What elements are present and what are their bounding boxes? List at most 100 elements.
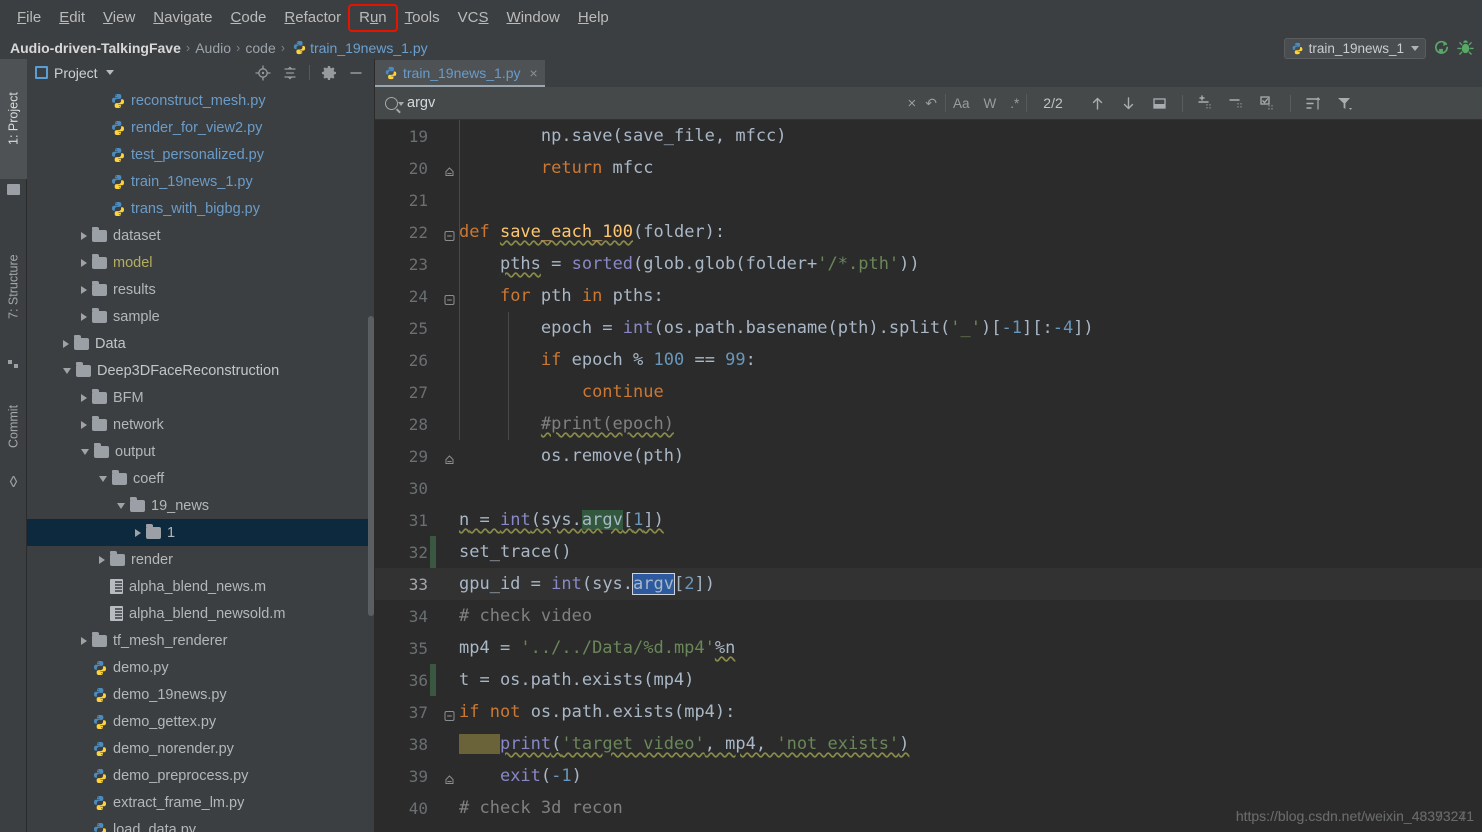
menu-tools[interactable]: Tools (396, 6, 449, 30)
tree-item[interactable]: results (27, 276, 374, 303)
fold-start-icon[interactable] (444, 227, 455, 241)
menu-file[interactable]: File (8, 6, 50, 30)
chevron-right-icon[interactable] (81, 636, 87, 645)
breadcrumb-root[interactable]: Audio-driven-TalkingFave (10, 40, 181, 56)
code-line[interactable]: 26 if epoch % 100 == 99: (375, 344, 1482, 376)
sort-icon[interactable] (1305, 95, 1322, 112)
run-icon[interactable] (1433, 39, 1450, 59)
chevron-right-icon[interactable] (81, 258, 87, 267)
chevron-right-icon[interactable] (135, 528, 141, 537)
tree-item[interactable]: render (27, 546, 374, 573)
menu-vcs[interactable]: VCS (449, 6, 498, 30)
tree-item[interactable]: load_data.py (27, 816, 374, 832)
code-line[interactable]: 36 t = os.path.exists(mp4) (375, 664, 1482, 696)
tree-item[interactable]: render_for_view2.py (27, 114, 374, 141)
tree-item[interactable]: dataset (27, 222, 374, 249)
tree-item[interactable]: output (27, 438, 374, 465)
chevron-down-icon[interactable] (105, 70, 114, 75)
code-line[interactable]: 34 # check video (375, 600, 1482, 632)
tree-item[interactable]: test_personalized.py (27, 141, 374, 168)
chevron-right-icon[interactable] (81, 312, 87, 321)
tree-item[interactable]: demo.py (27, 654, 374, 681)
tree-item[interactable]: demo_19news.py (27, 681, 374, 708)
tree-item[interactable]: train_19news_1.py (27, 168, 374, 195)
menu-edit[interactable]: Edit (50, 6, 94, 30)
tree-item-selected[interactable]: 1 (27, 519, 374, 546)
tree-item[interactable]: coeff (27, 465, 374, 492)
menu-run[interactable]: Run (348, 4, 398, 32)
close-icon[interactable]: × (530, 65, 538, 81)
code-line[interactable]: 33 gpu_id = int(sys.argv[2]) (375, 568, 1482, 600)
chevron-right-icon[interactable] (81, 231, 87, 240)
code-line[interactable]: 20 return mfcc (375, 152, 1482, 184)
tree-item[interactable]: alpha_blend_newsold.m (27, 600, 374, 627)
code-line[interactable]: 25 epoch = int(os.path.basename(pth).spl… (375, 312, 1482, 344)
code-line[interactable]: 31 n = int(sys.argv[1]) (375, 504, 1482, 536)
fold-end-icon[interactable] (444, 163, 455, 176)
tree-item[interactable]: demo_gettex.py (27, 708, 374, 735)
tree-item[interactable]: reconstruct_mesh.py (27, 87, 374, 114)
chevron-down-icon[interactable] (81, 448, 89, 455)
tree-item[interactable]: BFM (27, 384, 374, 411)
menu-code[interactable]: Code (222, 6, 276, 30)
fold-end-icon[interactable] (444, 771, 455, 784)
match-case-toggle[interactable]: Aa (946, 87, 977, 119)
chevron-down-icon[interactable] (117, 502, 125, 509)
chevron-right-icon[interactable] (81, 393, 87, 402)
fold-end-icon[interactable] (444, 451, 455, 464)
wrap-search-icon[interactable]: ↶ (925, 95, 937, 112)
chevron-right-icon[interactable] (81, 285, 87, 294)
chevron-right-icon[interactable] (63, 339, 69, 348)
tree-item[interactable]: demo_norender.py (27, 735, 374, 762)
tree-item[interactable]: tf_mesh_renderer (27, 627, 374, 654)
find-next-icon[interactable] (1120, 95, 1137, 112)
tree-item[interactable]: trans_with_bigbg.py (27, 195, 374, 222)
add-line-icon[interactable] (1197, 94, 1214, 112)
remove-line-icon[interactable] (1228, 95, 1245, 112)
code-line[interactable]: 21 (375, 184, 1482, 216)
code-editor[interactable]: 19 np.save(save_file, mfcc) 20 return mfc… (375, 120, 1482, 832)
chevron-right-icon[interactable] (81, 420, 87, 429)
sidebar-item-project[interactable]: 1: Project (0, 59, 27, 179)
code-line[interactable]: 27 continue (375, 376, 1482, 408)
run-config-selector[interactable]: train_19news_1 (1283, 38, 1426, 59)
code-line[interactable]: 24 for pth in pths: (375, 280, 1482, 312)
breadcrumb-part-code[interactable]: code (245, 40, 275, 56)
menu-navigate[interactable]: Navigate (144, 6, 221, 30)
collapse-all-icon[interactable] (282, 65, 298, 81)
tab-train-19news-1[interactable]: train_19news_1.py × (375, 60, 545, 87)
code-line[interactable]: 28 #print(epoch) (375, 408, 1482, 440)
menu-refactor[interactable]: Refactor (275, 6, 350, 30)
gear-icon[interactable] (321, 65, 337, 81)
code-line[interactable]: 39 exit(-1) (375, 760, 1482, 792)
tree-item[interactable]: network (27, 411, 374, 438)
locate-icon[interactable] (255, 64, 271, 81)
project-file-tree[interactable]: reconstruct_mesh.py render_for_view2.py te… (27, 86, 374, 832)
sidebar-item-commit[interactable]: Commit (0, 384, 27, 469)
breadcrumb-part-audio[interactable]: Audio (195, 40, 231, 56)
menu-view[interactable]: View (94, 6, 144, 30)
tree-item[interactable]: sample (27, 303, 374, 330)
code-line[interactable]: 23 pths = sorted(glob.glob(folder+'/*.pt… (375, 248, 1482, 280)
debug-icon[interactable] (1457, 39, 1474, 59)
tree-item[interactable]: Data (27, 330, 374, 357)
menu-window[interactable]: Window (498, 6, 569, 30)
project-scrollbar[interactable] (368, 316, 374, 616)
code-line[interactable]: 38 print('target video', mp4, 'not exist… (375, 728, 1482, 760)
tree-item[interactable]: 19_news (27, 492, 374, 519)
search-input[interactable]: argv × ↶ (375, 87, 945, 119)
menu-help[interactable]: Help (569, 6, 618, 30)
code-line[interactable]: 29 os.remove(pth) (375, 440, 1482, 472)
toggle-line-icon[interactable] (1259, 95, 1276, 112)
whole-words-toggle[interactable]: W (977, 87, 1004, 119)
fold-start-icon[interactable] (444, 291, 455, 305)
chevron-down-icon[interactable] (63, 367, 71, 374)
find-previous-icon[interactable] (1089, 95, 1106, 112)
tree-item[interactable]: model (27, 249, 374, 276)
minimize-icon[interactable] (348, 65, 364, 81)
select-all-occurrences-icon[interactable] (1151, 95, 1168, 112)
clear-search-icon[interactable]: × (908, 95, 917, 112)
code-line[interactable]: 30 (375, 472, 1482, 504)
tree-item[interactable]: Deep3DFaceReconstruction (27, 357, 374, 384)
sidebar-item-structure[interactable]: 7: Structure (0, 224, 27, 349)
